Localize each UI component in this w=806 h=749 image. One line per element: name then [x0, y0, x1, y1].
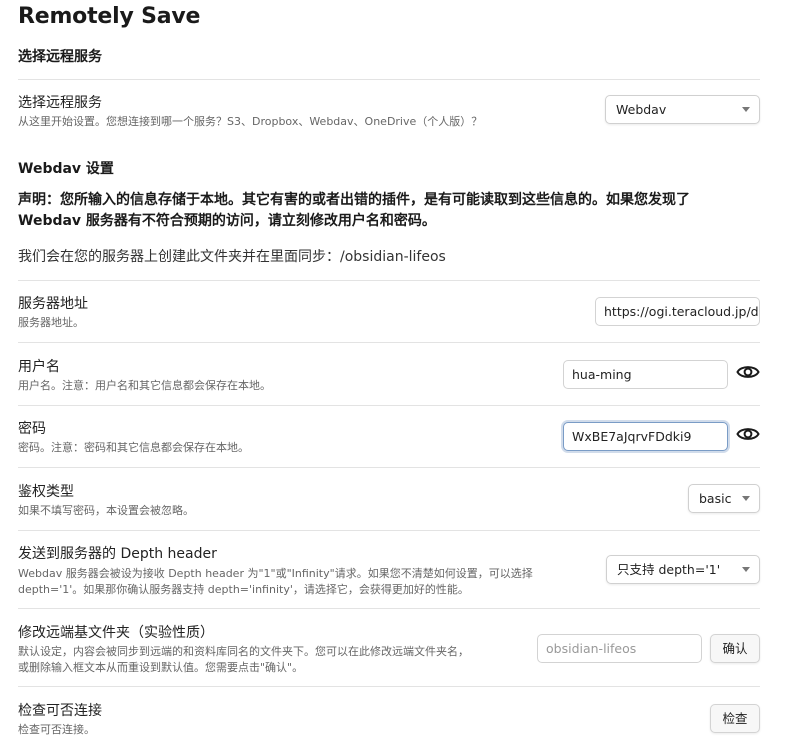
depth-header-description-line-2: depth='1'。如果那你确认服务器支持 depth='infinity'，请…	[18, 583, 469, 596]
remote-base-folder-input[interactable]: obsidian-lifeos	[537, 634, 702, 663]
security-notice-line-2: Webdav 服务器有不符合预期的访问，请立刻修改用户名和密码。	[18, 213, 436, 229]
remote-service-selected-value: Webdav	[616, 102, 667, 117]
confirm-button[interactable]: 确认	[710, 634, 760, 663]
divider	[18, 342, 760, 343]
remote-service-select[interactable]: Webdav	[605, 95, 760, 124]
remote-service-label: 选择远程服务	[18, 95, 102, 111]
check-connectivity-description: 检查可否连接。	[18, 723, 95, 736]
auth-type-selected-value: basic	[699, 491, 732, 506]
sync-folder-info: 我们会在您的服务器上创建此文件夹并在里面同步：/obsidian-lifeos	[18, 249, 446, 265]
divider	[18, 608, 760, 609]
page-title: Remotely Save	[18, 4, 201, 29]
depth-header-select[interactable]: 只支持 depth='1'	[606, 555, 760, 584]
depth-header-description-line-1: Webdav 服务器会被设为接收 Depth header 为"1"或"Infi…	[18, 567, 533, 580]
username-label: 用户名	[18, 359, 60, 375]
check-button[interactable]: 检查	[710, 704, 760, 733]
remote-base-folder-placeholder: obsidian-lifeos	[546, 641, 637, 656]
username-input[interactable]: hua-ming	[563, 360, 728, 389]
depth-header-description: Webdav 服务器会被设为接收 Depth header 为"1"或"Infi…	[18, 566, 533, 598]
security-notice: 声明：您所输入的信息存储于本地。其它有害的或者出错的插件，是有可能读取到这些信息…	[18, 190, 758, 232]
remote-base-folder-label: 修改远端基文件夹（实验性质）	[18, 625, 214, 641]
password-label: 密码	[18, 421, 46, 437]
chevron-down-icon	[742, 567, 750, 572]
depth-header-label: 发送到服务器的 Depth header	[18, 546, 217, 562]
show-username-eye-icon[interactable]	[736, 363, 760, 381]
password-input[interactable]: WxBE7aJqrvFDdki9	[563, 422, 728, 451]
section-heading-webdav: Webdav 设置	[18, 161, 114, 177]
password-value: WxBE7aJqrvFDdki9	[572, 429, 692, 444]
auth-type-description: 如果不填写密码，本设置会被忽略。	[18, 504, 194, 517]
depth-header-selected-value: 只支持 depth='1'	[617, 562, 721, 577]
divider	[18, 530, 760, 531]
chevron-down-icon	[742, 107, 750, 112]
show-password-eye-icon[interactable]	[736, 425, 760, 443]
divider	[18, 405, 760, 406]
section-heading-remote: 选择远程服务	[18, 49, 102, 65]
username-value: hua-ming	[572, 367, 632, 382]
server-address-description: 服务器地址。	[18, 316, 84, 329]
remote-service-description: 从这里开始设置。您想连接到哪一个服务？S3、Dropbox、Webdav、One…	[18, 115, 483, 128]
remote-base-folder-description-line-2: 或删除输入框文本从而重设到默认值。您需要点击"确认"。	[18, 661, 304, 674]
divider	[18, 467, 760, 468]
security-notice-line-1: 声明：您所输入的信息存储于本地。其它有害的或者出错的插件，是有可能读取到这些信息…	[18, 192, 690, 208]
divider	[18, 280, 760, 281]
divider	[18, 79, 760, 80]
auth-type-select[interactable]: basic	[688, 484, 760, 513]
server-address-input[interactable]: https://ogi.teracloud.jp/dav/	[595, 297, 760, 326]
chevron-down-icon	[742, 496, 750, 501]
server-address-label: 服务器地址	[18, 296, 88, 312]
remote-base-folder-description-line-1: 默认设定，内容会被同步到远端的和资料库同名的文件夹下。您可以在此修改远端文件夹名…	[18, 645, 469, 658]
password-description: 密码。注意：密码和其它信息都会保存在本地。	[18, 441, 249, 454]
remote-base-folder-description: 默认设定，内容会被同步到远端的和资料库同名的文件夹下。您可以在此修改远端文件夹名…	[18, 644, 469, 676]
server-address-value: https://ogi.teracloud.jp/dav/	[604, 304, 759, 319]
username-description: 用户名。注意：用户名和其它信息都会保存在本地。	[18, 379, 271, 392]
divider	[18, 686, 760, 687]
check-connectivity-label: 检查可否连接	[18, 703, 102, 719]
auth-type-label: 鉴权类型	[18, 484, 74, 500]
